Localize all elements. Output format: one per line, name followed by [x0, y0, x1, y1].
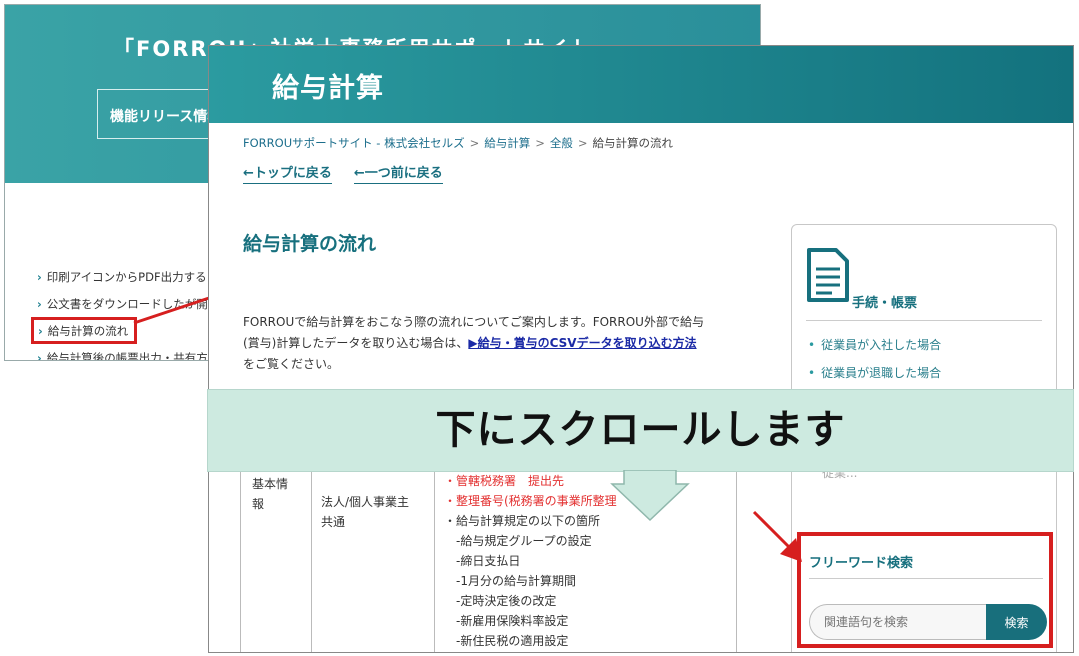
cell-line: 基本情	[252, 477, 289, 491]
sidebar-item-label: 従業員が入社した場合	[821, 338, 942, 352]
header-title: 給与計算	[272, 73, 384, 104]
back-link-label: 給与計算後の帳票出力・共有方法	[46, 351, 220, 361]
sidebar-heading: 手続・帳票	[852, 296, 918, 311]
cell-line: -締日支払日	[444, 554, 521, 568]
document-icon	[807, 248, 849, 302]
breadcrumb-current: 給与計算の流れ	[592, 136, 674, 150]
intro-line-1: FORROUで給与計算をおこなう際の流れについてご案内します。FORROU外部で…	[243, 315, 704, 329]
intro-line-2: (賞与)計算したデータを取り込む場合は、▶給与・賞与のCSVデータを取り込む方法	[243, 333, 753, 354]
breadcrumb-item-payroll[interactable]: 給与計算	[484, 136, 530, 150]
cell-line-red: ・整理番号(税務署の事業所整理	[444, 494, 617, 508]
free-word-search-panel: フリーワード検索 検索	[797, 532, 1053, 648]
breadcrumb-separator: >	[469, 136, 480, 150]
cell-line-red: ・管轄税務署 提出先	[444, 474, 565, 488]
screenshot-stage: 「FORROU」社労士事務所用サポートサイト 機能リリース情報 ›印刷アイコンか…	[0, 0, 1079, 656]
table-cell-target: 法人/個人事業主 共通	[321, 492, 409, 532]
cell-line: 報	[252, 497, 265, 511]
back-to-previous-link[interactable]: ←一つ前に戻る	[353, 162, 443, 184]
intro-line-3: をご覧ください。	[243, 357, 340, 371]
cell-line: -新住民税の適用設定	[444, 634, 569, 648]
sidebar-item-label: 従業員が退職した場合	[821, 366, 942, 380]
scroll-instruction-banner: 下にスクロールします	[207, 389, 1074, 472]
cell-line: -1月分の給与計算期間	[444, 574, 576, 588]
breadcrumb: FORROUサポートサイト - 株式会社セルズ > 給与計算 > 全般 > 給与計算の流れ	[243, 135, 673, 151]
search-title: フリーワード検索	[809, 556, 914, 571]
cell-line: ・給与計算規定の以下の箇所	[444, 514, 601, 528]
csv-import-link[interactable]: ▶給与・賞与のCSVデータを取り込む方法	[468, 336, 696, 350]
back-link-payroll-flow[interactable]: › 給与計算の流れ	[31, 317, 137, 344]
chevron-right-icon: ›	[38, 324, 43, 338]
intro-line-2-text: (賞与)計算したデータを取り込む場合は、	[243, 336, 469, 350]
intro-paragraph: FORROUで給与計算をおこなう際の流れについてご案内します。FORROU外部で…	[243, 312, 753, 375]
cell-line: 法人/個人事業主	[321, 495, 410, 509]
red-arrow-to-search	[752, 510, 802, 562]
sidebar-item-retire[interactable]: • 従業員が退職した場合	[808, 364, 941, 381]
page-title: 給与計算の流れ	[243, 233, 377, 255]
front-window: 給与計算 FORROUサポートサイト - 株式会社セルズ > 給与計算 > 全般 > 給与計…	[208, 45, 1074, 653]
table-column-divider	[434, 466, 435, 652]
breadcrumb-item-general[interactable]: 全般	[550, 136, 573, 150]
sidebar-item-hire[interactable]: • 従業員が入社した場合	[808, 336, 941, 353]
cell-line: 共通	[321, 515, 346, 529]
scroll-instruction-text: 下にスクロールします	[435, 407, 846, 453]
divider	[809, 578, 1043, 579]
bullet-icon: •	[808, 366, 816, 380]
chevron-right-icon: ›	[37, 270, 42, 284]
chevron-right-icon: ›	[37, 297, 42, 311]
table-column-divider	[736, 466, 737, 652]
search-button[interactable]: 検索	[986, 604, 1047, 640]
table-cell-category: 基本情 報	[252, 474, 288, 514]
breadcrumb-separator: >	[535, 136, 545, 150]
chevron-right-icon: ›	[37, 351, 42, 361]
back-links: ←トップに戻る ←一つ前に戻る	[243, 162, 465, 184]
cell-line: -給与規定グループの設定	[444, 534, 592, 548]
back-link-label: 給与計算の流れ	[47, 324, 129, 338]
breadcrumb-item-home[interactable]: FORROUサポートサイト - 株式会社セルズ	[243, 136, 465, 150]
table-column-divider	[311, 466, 312, 652]
cell-line: -定時決定後の改定	[444, 594, 557, 608]
search-input[interactable]	[809, 604, 987, 640]
table-cell-items: ・管轄税務署 提出先 ・整理番号(税務署の事業所整理 ・給与計算規定の以下の箇所…	[444, 471, 617, 651]
back-to-top-link[interactable]: ←トップに戻る	[243, 162, 332, 184]
breadcrumb-separator: >	[577, 136, 588, 150]
divider	[806, 320, 1042, 321]
page-header: 給与計算	[209, 46, 1073, 123]
down-arrow-icon	[610, 470, 690, 522]
bullet-icon: •	[808, 338, 816, 352]
cell-line: -新雇用保険料率設定	[444, 614, 569, 628]
